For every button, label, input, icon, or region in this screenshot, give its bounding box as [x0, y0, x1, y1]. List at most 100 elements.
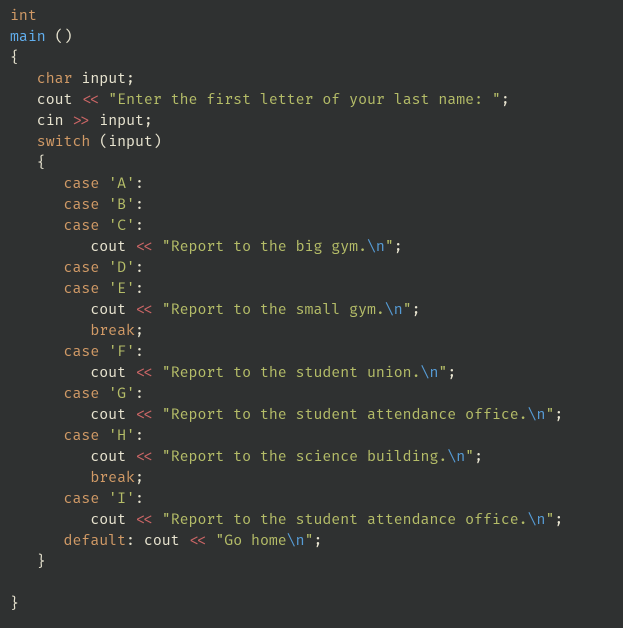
- op-insert: <<: [135, 512, 153, 529]
- quote: ': [108, 344, 117, 361]
- quote: ': [126, 428, 135, 445]
- keyword-case: case: [64, 428, 100, 445]
- string-go-home: Go home: [224, 533, 286, 550]
- id-cin: cin: [37, 113, 64, 130]
- op-insert: <<: [135, 239, 153, 256]
- semi: ;: [447, 365, 456, 382]
- id-cout: cout: [90, 449, 126, 466]
- quote: ": [162, 365, 171, 382]
- string-attendance: Report to the student attendance office.: [171, 407, 528, 424]
- semi: ;: [412, 302, 421, 319]
- quote: ': [108, 281, 117, 298]
- colon: :: [135, 176, 144, 193]
- semi: ;: [394, 239, 403, 256]
- colon: :: [135, 491, 144, 508]
- keyword-case: case: [64, 491, 100, 508]
- keyword-case: case: [64, 197, 100, 214]
- id-cout: cout: [90, 512, 126, 529]
- keyword-case: case: [64, 260, 100, 277]
- quote: ": [465, 449, 474, 466]
- lparen: (: [55, 29, 64, 46]
- colon: :: [126, 533, 135, 550]
- semi: ;: [501, 92, 510, 109]
- quote: ': [126, 281, 135, 298]
- keyword-break: break: [90, 323, 135, 340]
- semi: ;: [554, 407, 563, 424]
- char-d: D: [117, 260, 126, 277]
- quote: ': [126, 491, 135, 508]
- id-input: input: [99, 113, 144, 130]
- keyword-int: int: [10, 8, 37, 25]
- op-insert: <<: [189, 533, 207, 550]
- colon: :: [135, 281, 144, 298]
- keyword-case: case: [64, 218, 100, 235]
- quote: ': [126, 260, 135, 277]
- colon: :: [135, 428, 144, 445]
- id-input: input: [81, 71, 126, 88]
- keyword-case: case: [64, 344, 100, 361]
- escape-n: \n: [385, 302, 403, 319]
- quote: ': [126, 386, 135, 403]
- keyword-char: char: [37, 71, 73, 88]
- string-small-gym: Report to the small gym.: [171, 302, 385, 319]
- id-input: input: [108, 134, 153, 151]
- quote: ": [162, 407, 171, 424]
- string-prompt: Enter the first letter of your last name…: [117, 92, 492, 109]
- colon: :: [135, 344, 144, 361]
- id-cout: cout: [37, 92, 73, 109]
- keyword-switch: switch: [37, 134, 91, 151]
- semi: ;: [135, 323, 144, 340]
- quote: ': [126, 344, 135, 361]
- id-cout: cout: [90, 407, 126, 424]
- quote: ": [162, 239, 171, 256]
- op-insert: <<: [81, 92, 99, 109]
- semi: ;: [135, 470, 144, 487]
- lbrace: {: [10, 50, 19, 67]
- semi: ;: [554, 512, 563, 529]
- quote: ': [108, 491, 117, 508]
- id-cout: cout: [90, 239, 126, 256]
- escape-n: \n: [528, 407, 546, 424]
- char-b: B: [117, 197, 126, 214]
- quote: ": [162, 302, 171, 319]
- string-science: Report to the science building.: [171, 449, 448, 466]
- colon: :: [135, 218, 144, 235]
- quote: ': [108, 197, 117, 214]
- rbrace: }: [10, 596, 19, 613]
- char-a: A: [117, 176, 126, 193]
- rparen: ): [64, 29, 73, 46]
- lbrace: {: [37, 155, 46, 172]
- quote: ': [126, 176, 135, 193]
- code-block: int main () { char input; cout << "Enter…: [10, 6, 613, 615]
- quote: ": [305, 533, 314, 550]
- semi: ;: [474, 449, 483, 466]
- semi: ;: [144, 113, 153, 130]
- op-insert: <<: [135, 302, 153, 319]
- quote: ": [108, 92, 117, 109]
- quote: ': [108, 176, 117, 193]
- quote: ': [108, 428, 117, 445]
- char-h: H: [117, 428, 126, 445]
- quote: ': [126, 218, 135, 235]
- char-i: I: [117, 491, 126, 508]
- escape-n: \n: [287, 533, 305, 550]
- escape-n: \n: [528, 512, 546, 529]
- keyword-case: case: [64, 386, 100, 403]
- quote: ": [403, 302, 412, 319]
- quote: ': [126, 197, 135, 214]
- id-cout: cout: [90, 302, 126, 319]
- string-student-union: Report to the student union.: [171, 365, 421, 382]
- quote: ": [438, 365, 447, 382]
- string-attendance2: Report to the student attendance office.: [171, 512, 528, 529]
- char-g: G: [117, 386, 126, 403]
- id-cout: cout: [144, 533, 180, 550]
- op-insert: <<: [135, 407, 153, 424]
- op-extract: >>: [73, 113, 91, 130]
- keyword-break: break: [90, 470, 135, 487]
- semi: ;: [126, 71, 135, 88]
- keyword-default: default: [64, 533, 126, 550]
- string-big-gym: Report to the big gym.: [171, 239, 367, 256]
- escape-n: \n: [367, 239, 385, 256]
- escape-n: \n: [421, 365, 439, 382]
- colon: :: [135, 197, 144, 214]
